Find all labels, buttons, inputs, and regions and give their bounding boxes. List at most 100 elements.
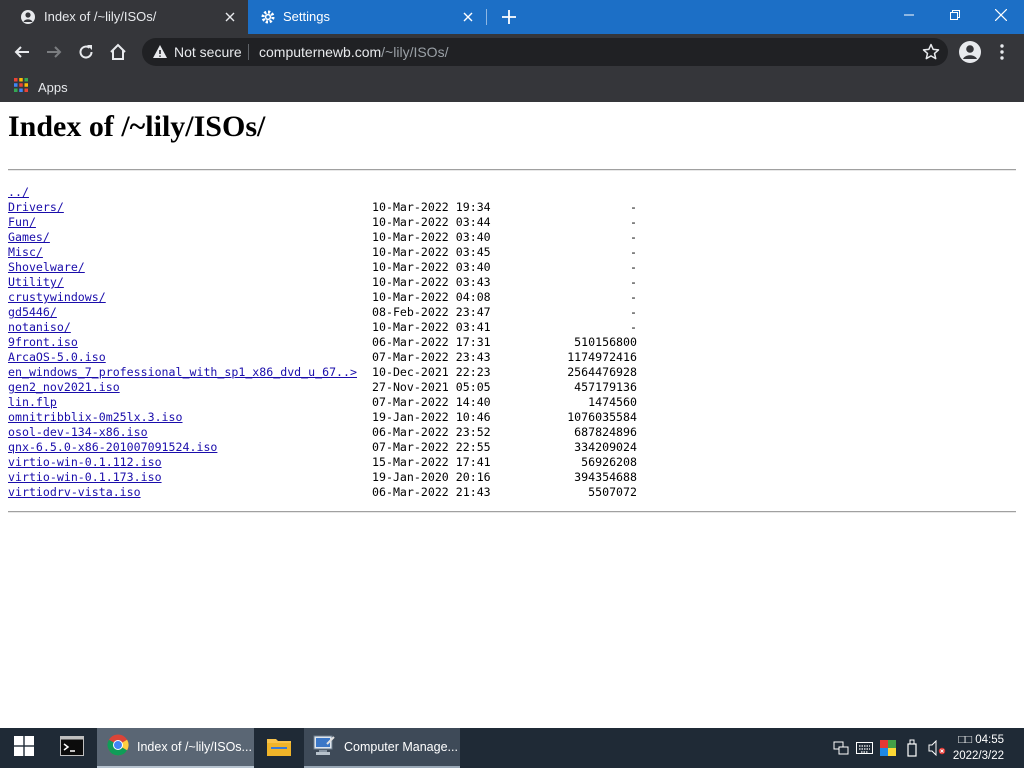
file-size: 510156800 [574,335,637,349]
profile-avatar-icon[interactable] [956,38,984,66]
file-size: 1474560 [588,395,637,409]
modified-date: 27-Nov-2021 05:05 [372,380,491,394]
warning-icon[interactable] [152,44,168,60]
url-host: computernewb.com [259,44,382,60]
page-title: Index of /~lily/ISOs/ [8,110,266,143]
minimize-button[interactable] [886,0,932,30]
computer-management-icon [312,734,336,761]
security-label[interactable]: Not secure [174,44,242,60]
chrome-icon [107,734,129,761]
terminal-icon [60,735,84,761]
file-link[interactable]: 9front.iso [8,335,78,350]
windows-logo-icon [14,735,34,761]
tab-settings[interactable]: Settings [248,0,486,34]
file-link[interactable]: Drivers/ [8,200,64,215]
apps-shortcut[interactable]: Apps [14,78,68,97]
file-size: 334209024 [574,440,637,454]
reload-button[interactable] [72,38,100,66]
apps-grid-icon [14,78,28,97]
modified-date: 10-Mar-2022 03:43 [372,275,491,289]
file-link[interactable]: crustywindows/ [8,290,106,305]
modified-date: 07-Mar-2022 14:40 [372,395,491,409]
file-link[interactable]: virtio-win-0.1.173.iso [8,470,162,485]
clock-time: □□ 04:55 [958,734,1004,746]
file-size: - [630,275,637,289]
file-link[interactable]: qnx-6.5.0-x86-201007091524.iso [8,440,217,455]
file-link[interactable]: ArcaOS-5.0.iso [8,350,106,365]
file-link[interactable]: gen2_nov2021.iso [8,380,120,395]
file-link[interactable]: Fun/ [8,215,36,230]
browser-toolbar: Not secure computernewb.com/~lily/ISOs/ [0,34,1024,70]
file-link[interactable]: osol-dev-134-x86.iso [8,425,148,440]
chrome-taskbar-button[interactable]: Index of /~lily/ISOs... [97,728,254,768]
profile-favicon-icon [20,9,36,25]
file-link[interactable]: Misc/ [8,245,43,260]
clock-date: 2022/3/22 [952,750,1004,762]
page-content: Index of /~lily/ISOs/ ../Drivers/10-Mar-… [0,102,1024,728]
restore-button[interactable] [932,0,978,30]
modified-date: 10-Mar-2022 03:41 [372,320,491,334]
close-window-button[interactable] [978,0,1024,30]
file-size: 1174972416 [567,350,637,364]
taskbar: Index of /~lily/ISOs... Computer Manage.… [0,728,1024,768]
file-size: - [630,260,637,274]
file-link[interactable]: lin.flp [8,395,57,410]
address-bar[interactable]: Not secure computernewb.com/~lily/ISOs/ [142,38,948,66]
modified-date: 07-Mar-2022 22:55 [372,440,491,454]
tab-index-of-isos[interactable]: Index of /~lily/ISOs/ [0,0,248,34]
modified-date: 10-Mar-2022 03:45 [372,245,491,259]
home-button[interactable] [104,38,132,66]
menu-kebab-icon[interactable] [988,38,1016,66]
file-link[interactable]: en_windows_7_professional_with_sp1_x86_d… [8,365,357,380]
modified-date: 10-Mar-2022 03:40 [372,260,491,274]
close-icon[interactable] [222,9,238,25]
file-size: - [630,290,637,304]
volume-muted-icon[interactable] [928,739,946,761]
bookmarks-bar: Apps [0,70,1024,102]
file-link[interactable]: gd5446/ [8,305,57,320]
file-link[interactable]: virtiodrv-vista.iso [8,485,141,500]
url-text[interactable]: computernewb.com/~lily/ISOs/ [259,44,448,60]
file-link[interactable]: virtio-win-0.1.112.iso [8,455,162,470]
modified-date: 19-Jan-2020 20:16 [372,470,491,484]
file-link[interactable]: omnitribblix-0m25lx.3.iso [8,410,183,425]
file-size: - [630,200,637,214]
file-size: - [630,245,637,259]
modified-date: 10-Mar-2022 03:40 [372,230,491,244]
modified-date: 06-Mar-2022 17:31 [372,335,491,349]
terminal-taskbar-button[interactable] [48,728,96,768]
tab-strip: Index of /~lily/ISOs/ Settings [0,0,1024,34]
modified-date: 10-Mar-2022 03:44 [372,215,491,229]
modified-date: 10-Dec-2021 22:23 [372,365,491,379]
forward-button[interactable] [40,38,68,66]
back-button[interactable] [8,38,36,66]
network-icon[interactable] [833,740,849,761]
file-size: - [630,305,637,319]
tab-title: Settings [283,9,330,24]
modified-date: 08-Feb-2022 23:47 [372,305,491,319]
computer-management-taskbar-button[interactable]: Computer Manage... [304,728,460,768]
file-explorer-taskbar-button[interactable] [256,728,302,768]
start-button[interactable] [0,728,48,768]
close-icon[interactable] [460,9,476,25]
file-link[interactable]: Shovelware/ [8,260,85,275]
new-tab-button[interactable] [499,7,519,27]
file-size: 457179136 [574,380,637,394]
keyboard-icon[interactable] [856,741,873,760]
file-link[interactable]: Games/ [8,230,50,245]
modified-date: 15-Mar-2022 17:41 [372,455,491,469]
modified-date: 19-Jan-2022 10:46 [372,410,491,424]
file-link[interactable]: notaniso/ [8,320,71,335]
modified-date: 06-Mar-2022 21:43 [372,485,491,499]
file-link[interactable]: ../ [8,185,29,200]
star-icon[interactable] [922,43,940,61]
file-link[interactable]: Utility/ [8,275,64,290]
modified-date: 10-Mar-2022 19:34 [372,200,491,214]
folder-icon [267,736,291,761]
usb-device-icon[interactable] [906,739,918,762]
divider-bottom [8,511,1016,513]
color-display-icon[interactable] [880,740,896,761]
file-size: 56926208 [581,455,637,469]
divider-top [8,169,1016,171]
system-clock[interactable]: □□ 04:55 2022/3/22 [953,732,1004,764]
